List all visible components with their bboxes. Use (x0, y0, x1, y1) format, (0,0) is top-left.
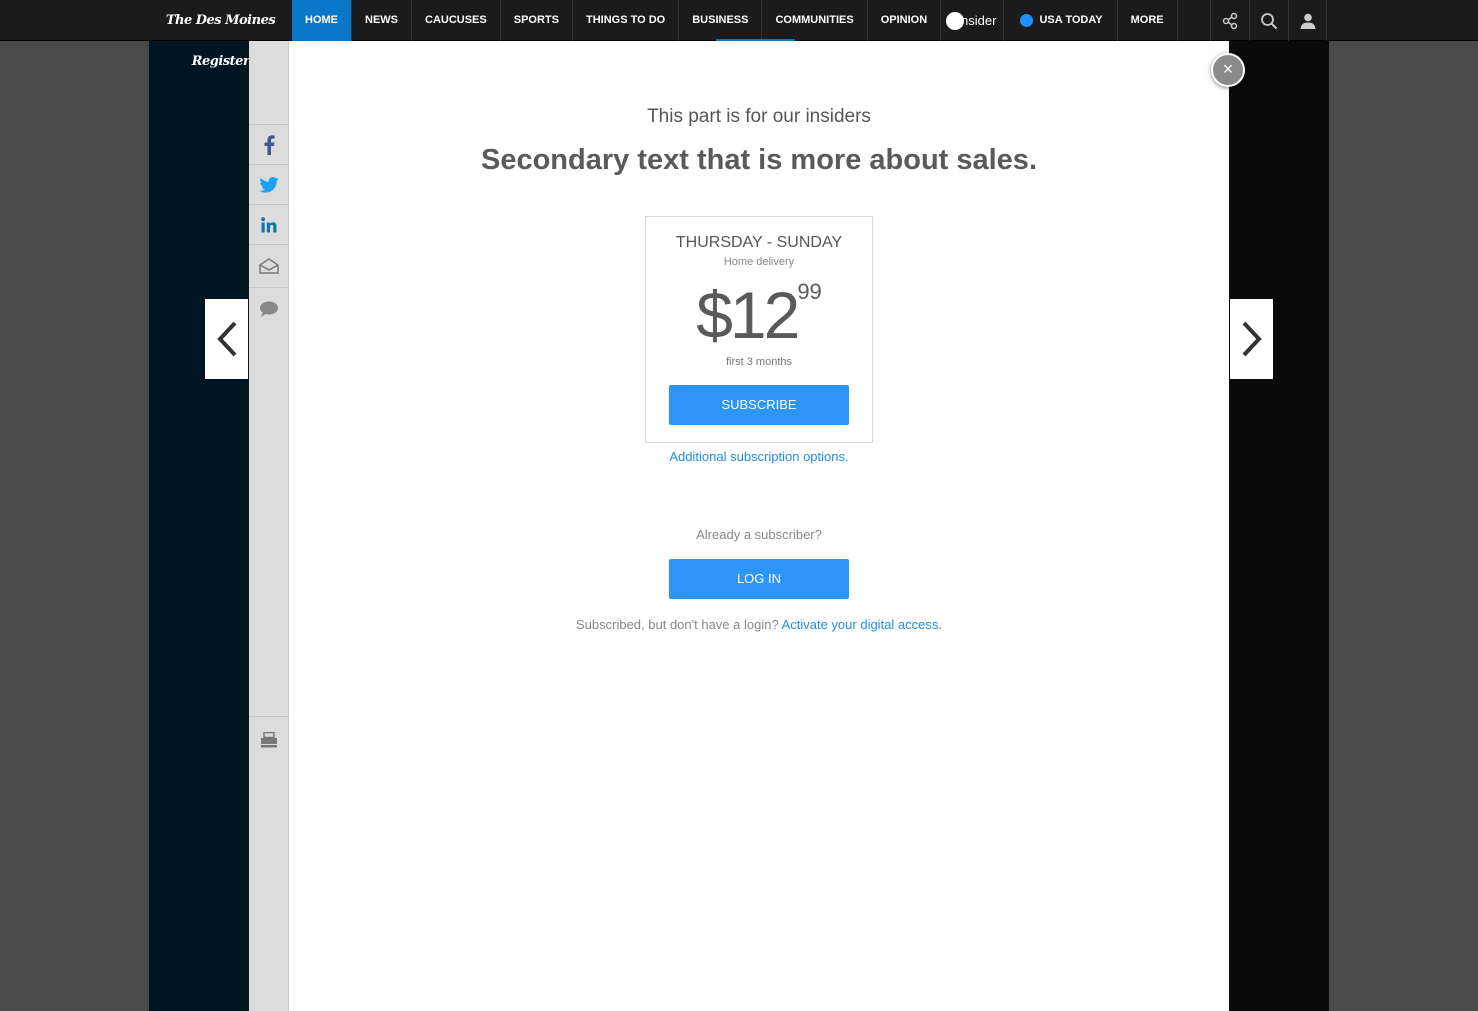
usa-today-label: USA TODAY (1039, 14, 1103, 26)
nav-item-communities[interactable]: COMMUNITIES (762, 0, 868, 41)
share-rail (249, 41, 289, 1011)
nav-item-news[interactable]: NEWS (352, 0, 412, 41)
offer-price: $1299 (646, 277, 872, 353)
right-background-column (1229, 41, 1329, 1011)
facebook-icon (264, 134, 275, 155)
top-navigation-bar: The Des Moines Register HOME NEWS CAUCUS… (0, 0, 1478, 69)
print-button[interactable] (249, 716, 289, 762)
user-button[interactable] (1288, 0, 1327, 41)
nav-item-business[interactable]: BUSINESS (679, 0, 763, 41)
offer-note: first 3 months (725, 356, 793, 368)
chevron-right-icon (1242, 321, 1262, 357)
insider-label: insider (958, 13, 997, 28)
comment-icon (260, 301, 278, 317)
activate-line: Subscribed, but don't have a login? Acti… (289, 617, 1229, 632)
close-modal-button[interactable]: × (1211, 53, 1245, 87)
already-subscriber-text: Already a subscriber? (696, 527, 822, 542)
linkedin-share-button[interactable] (249, 204, 289, 244)
price-cents: 99 (797, 279, 822, 304)
search-button[interactable] (1249, 0, 1288, 41)
offer-card: THURSDAY - SUNDAY Home delivery $1299 fi… (645, 216, 873, 443)
chevron-left-icon (216, 321, 236, 357)
offer-subtitle: Home delivery (723, 256, 795, 268)
user-icon (1300, 13, 1315, 29)
nav-item-things-to-do[interactable]: THINGS TO DO (573, 0, 680, 41)
twitter-share-button[interactable] (249, 164, 289, 204)
modal-subheading: Secondary text that is more about sales. (480, 144, 1037, 176)
twitter-icon (259, 176, 279, 193)
email-icon (259, 258, 279, 274)
nav-item-usa-today[interactable]: USA TODAY (1004, 0, 1118, 41)
nav-item-home[interactable]: HOME (292, 0, 352, 41)
login-button[interactable]: LOG IN (669, 559, 849, 599)
activate-digital-access-link[interactable]: Activate your digital access. (782, 617, 942, 632)
linkedin-icon (261, 216, 277, 232)
search-icon (1261, 12, 1278, 29)
offer-title: THURSDAY - SUNDAY (675, 234, 843, 251)
nav-menu: HOME NEWS CAUCUSES SPORTS THINGS TO DO B… (292, 0, 1178, 41)
nav-item-more[interactable]: MORE (1118, 0, 1178, 41)
left-background-column (149, 41, 249, 1011)
paywall-modal: This part is for our insiders Secondary … (289, 41, 1229, 1011)
subscribe-button[interactable]: SUBSCRIBE (669, 385, 849, 425)
comment-button[interactable] (249, 287, 289, 330)
facebook-share-button[interactable] (249, 124, 289, 164)
nav-item-caucuses[interactable]: CAUCUSES (412, 0, 501, 41)
additional-options-link[interactable]: Additional subscription options. (289, 449, 1229, 464)
share-icon (1222, 12, 1238, 29)
usa-today-dot-icon (1020, 14, 1034, 27)
nav-item-opinion[interactable]: OPINION (868, 0, 942, 41)
nav-item-insider[interactable]: insider (941, 0, 1005, 41)
previous-arrow-button[interactable] (205, 299, 248, 379)
nav-tools (1210, 0, 1327, 41)
email-share-button[interactable] (249, 244, 289, 287)
site-logo[interactable]: The Des Moines Register (149, 0, 292, 69)
modal-heading: This part is for our insiders (647, 106, 871, 127)
price-dollars: $12 (696, 278, 800, 352)
activate-prefix: Subscribed, but don't have a login? (576, 617, 782, 632)
share-button[interactable] (1210, 0, 1249, 41)
nav-item-sports[interactable]: SPORTS (501, 0, 573, 41)
next-arrow-button[interactable] (1230, 299, 1273, 379)
print-icon (261, 731, 277, 747)
